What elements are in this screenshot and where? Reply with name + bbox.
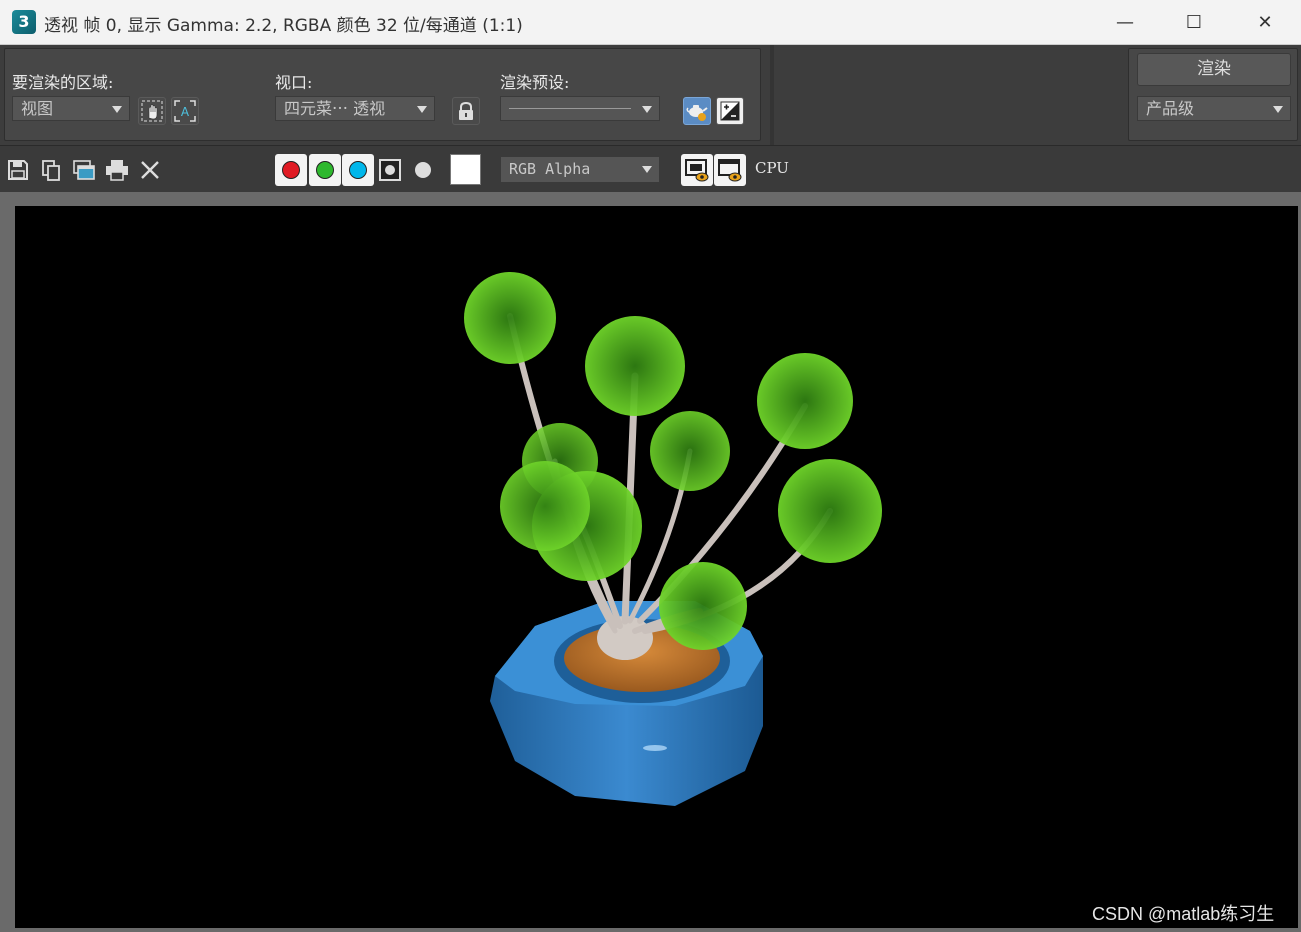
viewport-label: 视口: xyxy=(275,73,313,92)
background-color-swatch[interactable] xyxy=(450,154,481,185)
chevron-down-icon xyxy=(112,106,122,113)
clone-window-icon xyxy=(73,160,95,180)
title-bar: 3 透视 帧 0, 显示 Gamma: 2.2, RGBA 颜色 32 位/每通… xyxy=(0,0,1301,45)
render-area-dropdown[interactable]: 视图 xyxy=(12,96,130,121)
close-x-icon xyxy=(141,161,159,179)
teapot-settings-icon xyxy=(686,105,708,121)
panel-divider xyxy=(770,45,774,145)
3dsmax-app-icon: 3 xyxy=(12,10,36,34)
copy-image-button[interactable] xyxy=(38,157,64,183)
red-channel-icon xyxy=(282,161,300,179)
render-button[interactable]: 渲染 xyxy=(1137,53,1291,86)
csdn-watermark: CSDN @matlab练习生 xyxy=(1092,904,1275,924)
chevron-down-icon xyxy=(1273,106,1283,113)
window-title: 透视 帧 0, 显示 Gamma: 2.2, RGBA 颜色 32 位/每通道 … xyxy=(44,16,523,36)
lock-viewport-button[interactable] xyxy=(452,97,480,125)
quality-dropdown[interactable]: 产品级 xyxy=(1137,96,1291,121)
render-setup-button[interactable] xyxy=(683,97,711,125)
green-channel-icon xyxy=(316,161,334,179)
frame-buffer-toolbar: RGB Alpha CPU xyxy=(0,145,1301,192)
rendered-image-canvas[interactable] xyxy=(15,206,1298,928)
render-area-value: 视图 xyxy=(21,99,54,118)
empty-preset-line xyxy=(509,108,631,109)
render-settings-panel: 要渲染的区域: 视图 A 视口: 四元菜⋯ 透视 渲染预设: 渲染 产品级 xyxy=(0,45,1301,145)
hand-region-icon xyxy=(141,100,163,122)
alpha-channel-toggle[interactable] xyxy=(377,157,403,183)
print-image-button[interactable] xyxy=(104,157,130,183)
render-options-group xyxy=(4,48,761,141)
viewport-dropdown[interactable]: 四元菜⋯ 透视 xyxy=(275,96,435,121)
clear-image-button[interactable] xyxy=(137,157,163,183)
channel-display-dropdown[interactable]: RGB Alpha xyxy=(500,156,660,183)
quality-value: 产品级 xyxy=(1146,99,1195,118)
render-preset-dropdown[interactable] xyxy=(500,96,660,121)
blue-channel-icon xyxy=(349,161,367,179)
minimize-icon: — xyxy=(1116,12,1134,33)
chevron-down-icon xyxy=(642,166,652,173)
renderer-label: CPU xyxy=(755,159,789,177)
maximize-icon: ☐ xyxy=(1185,12,1203,33)
clone-window-button[interactable] xyxy=(71,157,97,183)
display-panel-button[interactable] xyxy=(714,154,746,186)
auto-region-button[interactable]: A xyxy=(171,97,199,125)
exposure-control-button[interactable] xyxy=(716,97,744,125)
save-icon xyxy=(8,160,28,180)
panel-eye-icon xyxy=(718,159,742,182)
exposure-icon xyxy=(720,101,740,121)
edit-region-button[interactable] xyxy=(138,97,166,125)
monochrome-toggle[interactable] xyxy=(410,157,436,183)
window-eye-icon xyxy=(685,159,709,182)
palm-leaves xyxy=(464,272,882,650)
print-icon xyxy=(106,160,128,181)
svg-text:A: A xyxy=(181,105,190,119)
green-channel-toggle[interactable] xyxy=(309,154,341,186)
maximize-button[interactable]: ☐ xyxy=(1159,0,1229,45)
minimize-button[interactable]: — xyxy=(1090,0,1160,45)
render-preset-label: 渲染预设: xyxy=(500,73,570,92)
viewport-value: 四元菜⋯ 透视 xyxy=(284,99,386,118)
close-window-button[interactable]: ✕ xyxy=(1230,0,1300,45)
chevron-down-icon xyxy=(417,106,427,113)
channel-display-value: RGB Alpha xyxy=(509,160,591,178)
red-channel-toggle[interactable] xyxy=(275,154,307,186)
copy-icon xyxy=(42,160,60,181)
lock-icon xyxy=(459,101,473,120)
chevron-down-icon xyxy=(642,106,652,113)
save-image-button[interactable] xyxy=(5,157,31,183)
auto-region-icon: A xyxy=(174,100,196,122)
display-window-button[interactable] xyxy=(681,154,713,186)
rendered-plant-image xyxy=(464,272,882,806)
alpha-channel-icon xyxy=(379,159,401,181)
close-icon: ✕ xyxy=(1257,12,1273,33)
blue-channel-toggle[interactable] xyxy=(342,154,374,186)
monochrome-icon xyxy=(415,162,431,178)
render-area-label: 要渲染的区域: xyxy=(12,73,114,92)
